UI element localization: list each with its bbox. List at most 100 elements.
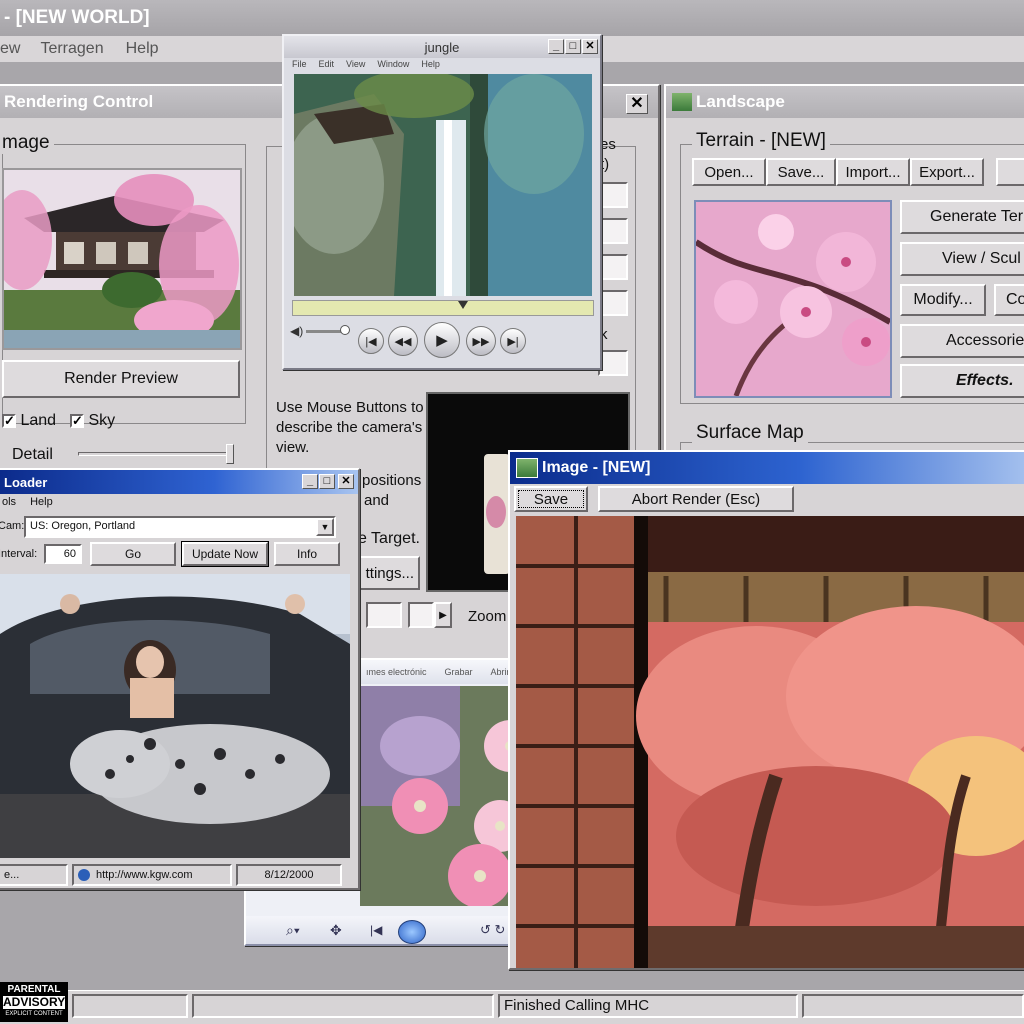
- terrain-export-button[interactable]: Export...: [910, 158, 984, 186]
- image-title: Image - [NEW]: [542, 459, 651, 476]
- jungle-menu-help[interactable]: Help: [421, 59, 440, 73]
- rendering-close-button[interactable]: ✕: [626, 94, 648, 114]
- jungle-menu-edit[interactable]: Edit: [319, 59, 335, 73]
- advisory-line3: EXPLICIT CONTENT: [5, 1011, 63, 1017]
- jungle-close-button[interactable]: ✕: [582, 39, 598, 54]
- menu-help[interactable]: Help: [126, 40, 159, 58]
- abort-render-button[interactable]: Abort Render (Esc): [598, 486, 794, 512]
- camera-field-5[interactable]: [598, 350, 628, 376]
- camera-field-1[interactable]: [598, 182, 628, 208]
- viewer-rotate-icon[interactable]: ↺ ↻: [480, 922, 505, 938]
- detail-slider-track[interactable]: [78, 452, 228, 456]
- status-panel-4: [802, 994, 1024, 1018]
- sky-check-icon[interactable]: ✓: [70, 413, 84, 428]
- jungle-volume-thumb[interactable]: [340, 325, 350, 335]
- landscape-title-bar: Landscape: [666, 86, 1024, 118]
- loader-cam-value: US: Oregon, Portland: [30, 520, 136, 532]
- loader-cam-label: Cam:: [0, 520, 25, 532]
- jungle-prev-button[interactable]: |◀: [358, 328, 384, 354]
- detail-slider-thumb[interactable]: [226, 444, 234, 464]
- viewer-fit-icon[interactable]: ✥: [330, 922, 342, 939]
- status-text: Finished Calling MHC: [504, 997, 650, 1014]
- loader-window: Loader _ □ ✕ ols Help Cam: US: Oregon, P…: [0, 468, 360, 890]
- loader-status-url: http://www.kgw.com: [72, 864, 232, 886]
- and-label: and: [364, 492, 390, 509]
- zoom-field-2[interactable]: [408, 602, 434, 628]
- menu-terragen[interactable]: Terragen: [40, 40, 103, 58]
- modify-button[interactable]: Modify...: [900, 284, 986, 316]
- camera-field-4[interactable]: [598, 290, 628, 316]
- loader-maximize-button[interactable]: □: [319, 474, 335, 489]
- loader-status-date: 8/12/2000: [236, 864, 342, 886]
- loader-minimize-button[interactable]: _: [302, 474, 318, 489]
- generate-terrain-button[interactable]: Generate Ter: [900, 200, 1024, 234]
- loader-menu-tools[interactable]: ols: [2, 496, 16, 512]
- loader-update-now-button[interactable]: Update Now: [181, 541, 269, 567]
- webcam-photo-car-jaguar: [0, 574, 350, 858]
- terrain-import-button[interactable]: Import...: [836, 158, 910, 186]
- terrain-save-button[interactable]: Save...: [766, 158, 836, 186]
- loader-globe-icon: [78, 869, 90, 882]
- camera-field-3[interactable]: [598, 254, 628, 280]
- viewer-save-menu[interactable]: Grabar: [445, 667, 473, 677]
- jungle-video-waterfall: [294, 74, 592, 296]
- zoom-arrow-button[interactable]: ▶: [434, 602, 452, 628]
- viewer-slideshow-button[interactable]: [398, 920, 426, 944]
- jungle-menu-window[interactable]: Window: [377, 59, 409, 73]
- camera-field-2[interactable]: [598, 218, 628, 244]
- target-label: e Target.: [358, 530, 420, 547]
- jungle-player-window: jungle _ □ ✕ File Edit View Window Help …: [282, 34, 602, 370]
- land-checkbox[interactable]: ✓ Land: [2, 412, 56, 430]
- menu-view[interactable]: ew: [0, 40, 20, 58]
- loader-menu-bar: ols Help: [2, 496, 342, 512]
- loader-cam-select[interactable]: US: Oregon, Portland: [24, 516, 336, 538]
- viewer-zoom-icon[interactable]: ⌕▾: [286, 922, 300, 939]
- accessories-button[interactable]: Accessorie: [900, 324, 1024, 358]
- render-preview-button[interactable]: Render Preview: [2, 360, 240, 398]
- status-panel-2: [192, 994, 494, 1018]
- view-sculpt-button[interactable]: View / Scul: [900, 242, 1024, 276]
- main-title-bar: - [NEW WORLD]: [0, 0, 1024, 36]
- terrain-label: Terrain - [NEW]: [692, 130, 830, 152]
- jungle-maximize-button[interactable]: □: [565, 39, 581, 54]
- terrain-extra-button[interactable]: [996, 158, 1024, 186]
- jungle-menu-file[interactable]: File: [292, 59, 307, 73]
- image-save-button[interactable]: Save: [514, 486, 588, 512]
- land-check-icon[interactable]: ✓: [2, 413, 16, 428]
- render-output-temple-blossoms: [516, 516, 1024, 968]
- terrain-preview-blossom[interactable]: [694, 200, 892, 398]
- jungle-forward-button[interactable]: ▶▶: [466, 326, 496, 356]
- viewer-email-menu[interactable]: ımes electrónic: [366, 667, 427, 677]
- loader-info-button[interactable]: Info: [274, 542, 340, 566]
- loader-close-button[interactable]: ✕: [338, 474, 354, 489]
- loader-go-button[interactable]: Go: [90, 542, 176, 566]
- camera-settings-button[interactable]: ttings...: [354, 556, 420, 590]
- viewer-prev-icon[interactable]: |◀: [370, 923, 382, 937]
- terrain-open-button[interactable]: Open...: [692, 158, 766, 186]
- loader-interval-field[interactable]: 60: [44, 544, 82, 564]
- loader-cam-dropdown-button[interactable]: ▼: [316, 518, 334, 536]
- landscape-title: Landscape: [696, 92, 785, 111]
- land-label: Land: [20, 412, 57, 429]
- combine-button[interactable]: Co: [994, 284, 1024, 316]
- effects-button[interactable]: Effects.: [900, 364, 1024, 398]
- zoom-field-1[interactable]: [366, 602, 402, 628]
- jungle-menu-view[interactable]: View: [346, 59, 365, 73]
- jungle-seek-bar[interactable]: [292, 300, 594, 316]
- loader-url-text: http://www.kgw.com: [96, 869, 193, 881]
- jungle-minimize-button[interactable]: _: [548, 39, 564, 54]
- advisory-line2: ADVISORY: [3, 995, 66, 1009]
- jungle-seek-thumb[interactable]: [458, 301, 468, 309]
- jungle-volume-icon[interactable]: ◀): [290, 324, 303, 338]
- jungle-next-button[interactable]: ▶|: [500, 328, 526, 354]
- jungle-rewind-button[interactable]: ◀◀: [388, 326, 418, 356]
- viewer-open-menu[interactable]: Abrir: [491, 667, 510, 677]
- parental-advisory-logo: PARENTAL ADVISORY EXPLICIT CONTENT: [0, 982, 68, 1022]
- sky-label: Sky: [88, 412, 116, 429]
- loader-menu-help[interactable]: Help: [30, 496, 53, 512]
- jungle-play-button[interactable]: ▶: [424, 322, 460, 358]
- loader-interval-label: Interval:: [0, 548, 38, 560]
- loader-status-left-text: e...: [4, 869, 20, 881]
- zoom-label: Zoom: [468, 608, 507, 625]
- sky-checkbox[interactable]: ✓ Sky: [70, 412, 115, 430]
